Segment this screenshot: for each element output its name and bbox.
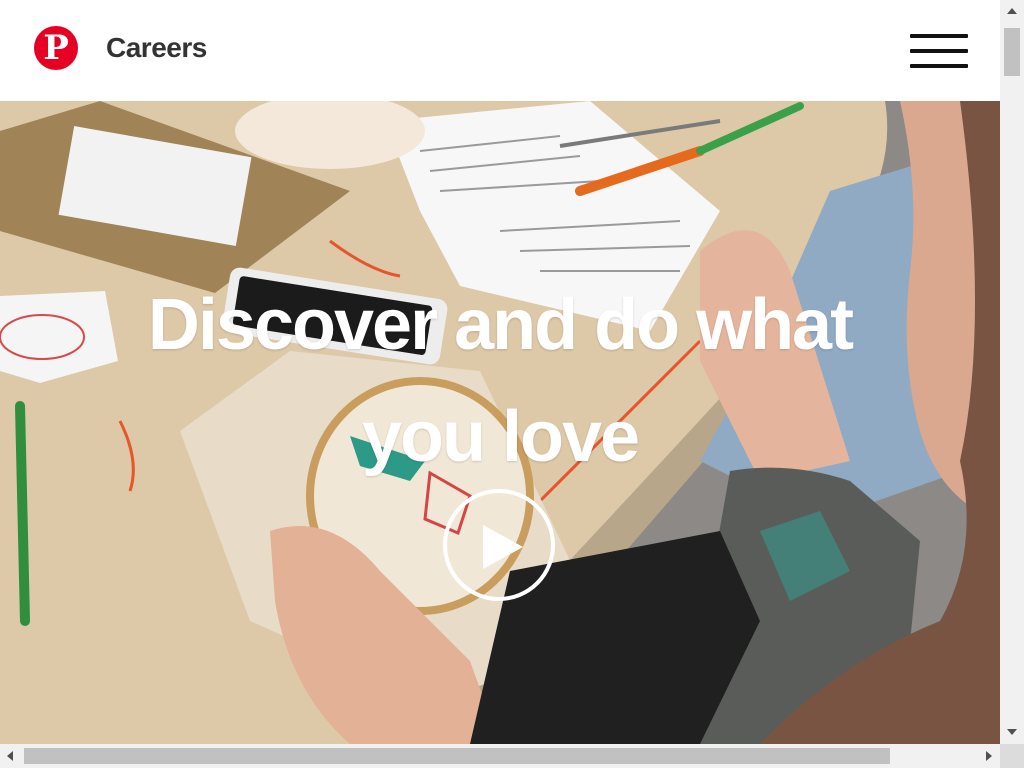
play-icon [483, 525, 523, 569]
page-viewport: P Careers Discover and do what you love [0, 0, 1000, 744]
hamburger-menu-icon[interactable] [910, 34, 968, 68]
site-header: P Careers [0, 0, 1000, 101]
menu-line [910, 34, 968, 38]
menu-line [910, 49, 968, 53]
hero-video: Discover and do what you love [0, 101, 1000, 744]
horizontal-scrollbar[interactable] [0, 744, 1000, 768]
scrollbar-corner [1000, 744, 1024, 768]
scroll-up-arrow-icon[interactable] [1007, 8, 1017, 14]
vertical-scroll-thumb[interactable] [1004, 28, 1020, 76]
menu-line [910, 64, 968, 68]
scroll-left-arrow-icon[interactable] [7, 751, 13, 761]
vertical-scrollbar[interactable] [1000, 0, 1024, 744]
scroll-right-arrow-icon[interactable] [986, 751, 992, 761]
scroll-down-arrow-icon[interactable] [1007, 729, 1017, 735]
careers-title[interactable]: Careers [106, 32, 207, 64]
horizontal-scroll-thumb[interactable] [24, 748, 890, 764]
hero-headline: Discover and do what you love [147, 285, 854, 477]
pinterest-logo-icon[interactable]: P [34, 26, 78, 70]
play-video-button[interactable] [443, 489, 555, 601]
logo-letter: P [43, 28, 69, 68]
